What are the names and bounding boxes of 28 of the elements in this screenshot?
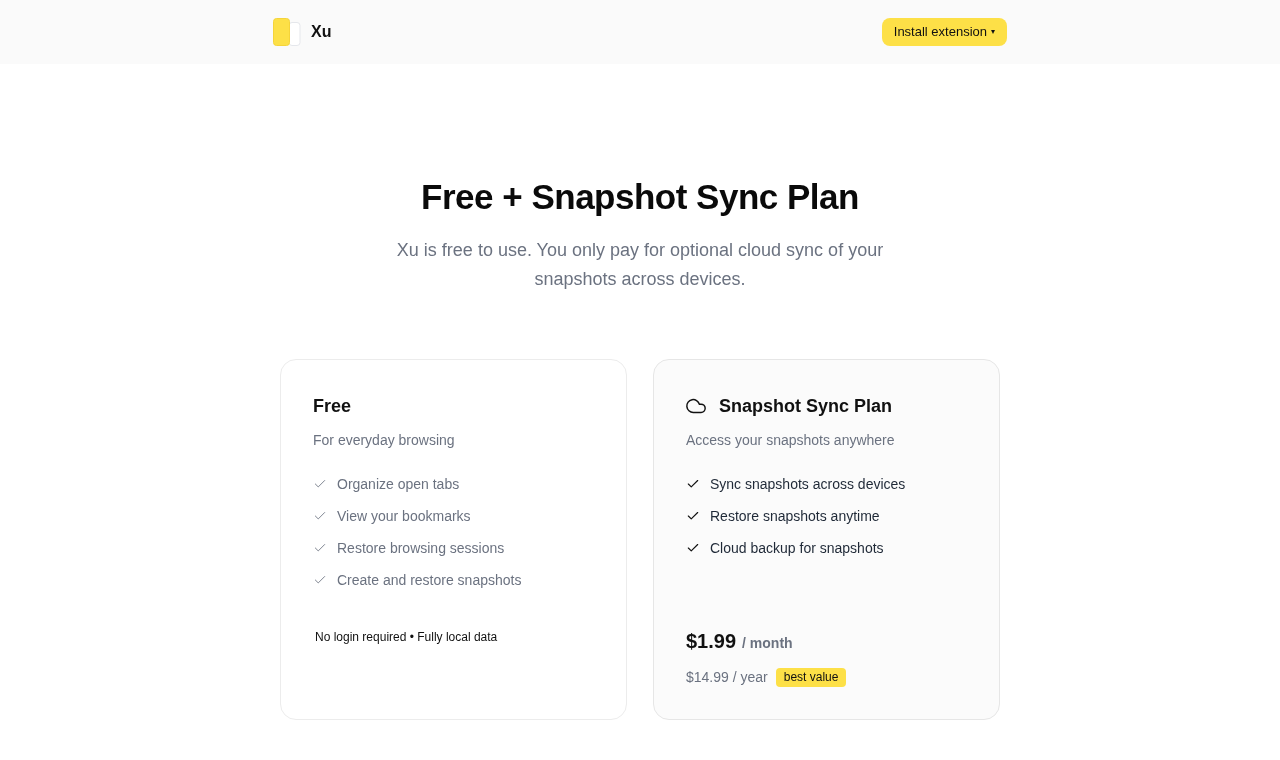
plan-tagline: Access your snapshots anywhere [686,431,896,450]
check-icon [313,509,327,523]
page-title: Free + Snapshot Sync Plan [421,177,859,217]
logo-icon [273,18,301,46]
check-icon [686,477,700,491]
feature-text: Sync snapshots across devices [710,475,906,494]
plan-title: Free [313,395,352,418]
plan-tagline: For everyday browsing [313,431,456,450]
check-icon [313,477,327,491]
feature-text: Create and restore snapshots [337,571,522,590]
price-amount: $1.99 [686,629,737,654]
check-icon [686,509,700,523]
check-icon [313,541,327,555]
page-subtitle: Xu is free to use. You only pay for optional cloud sync of your snapshots across devices. [395,239,885,291]
check-icon [686,541,700,555]
feature-text: View your bookmarks [337,507,471,526]
brand-name: Xu [311,22,332,42]
feature-text: Restore snapshots anytime [710,507,880,526]
yearly-price: $14.99 / year [686,668,768,687]
feature-text: Restore browsing sessions [337,539,505,558]
feature-text: Cloud backup for snapshots [710,539,884,558]
plan-note: No login required • Fully local data [315,629,499,645]
install-extension-button[interactable]: Install extension ▾ [881,18,1007,46]
best-value-badge: best value [775,667,847,687]
price-period: / month [742,634,793,653]
feature-text: Organize open tabs [337,475,460,494]
plan-title: Snapshot Sync Plan [719,395,893,418]
check-icon [313,573,327,587]
